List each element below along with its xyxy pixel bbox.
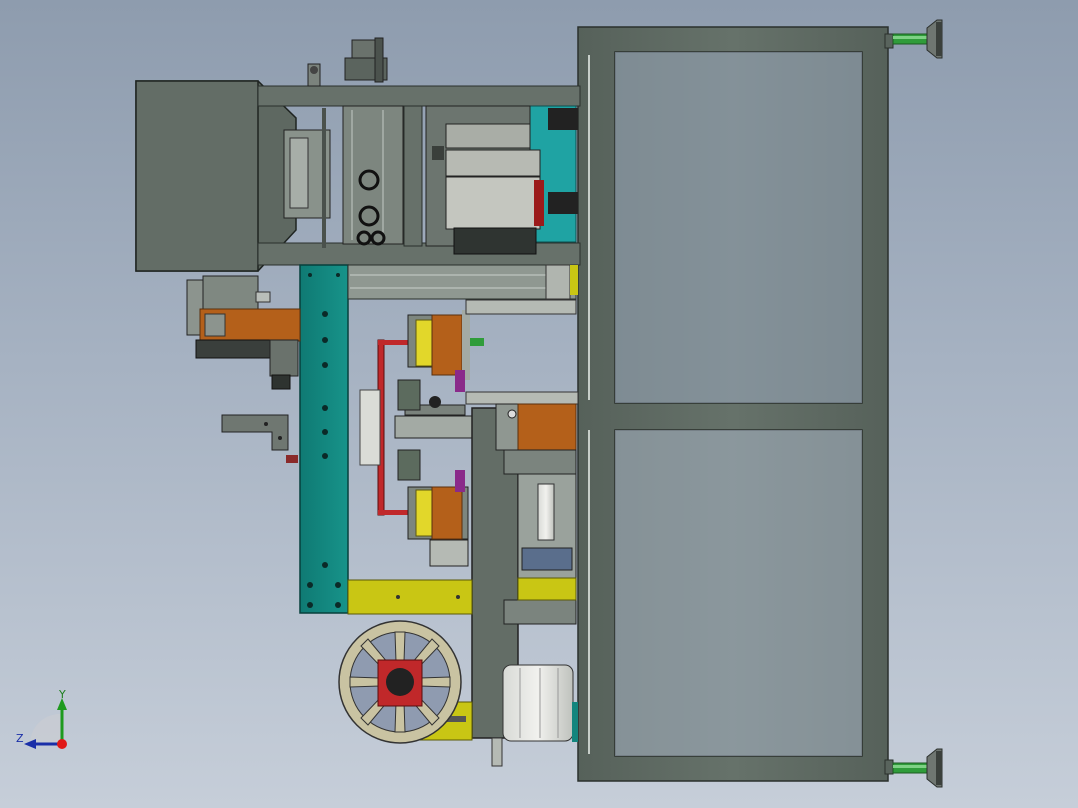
triad-z-label: Z xyxy=(16,732,24,745)
spool-cylinder xyxy=(491,664,578,767)
upper-mechanism xyxy=(283,105,404,248)
teal-column[interactable] xyxy=(299,264,349,614)
leveling-foot-bottom xyxy=(892,748,943,788)
main-frame[interactable] xyxy=(577,26,894,782)
left-bracket xyxy=(221,414,298,463)
reel-wheel[interactable] xyxy=(338,620,462,744)
feeder-unit xyxy=(425,105,578,255)
triad-y-label: Y xyxy=(59,688,66,701)
top-motor xyxy=(307,37,388,87)
side-motor xyxy=(186,275,301,390)
linear-rails xyxy=(347,264,578,300)
leveling-foot-top xyxy=(892,19,943,59)
machine-assembly-model[interactable] xyxy=(0,0,1078,808)
cad-viewport[interactable]: Y Z xyxy=(0,0,1078,808)
